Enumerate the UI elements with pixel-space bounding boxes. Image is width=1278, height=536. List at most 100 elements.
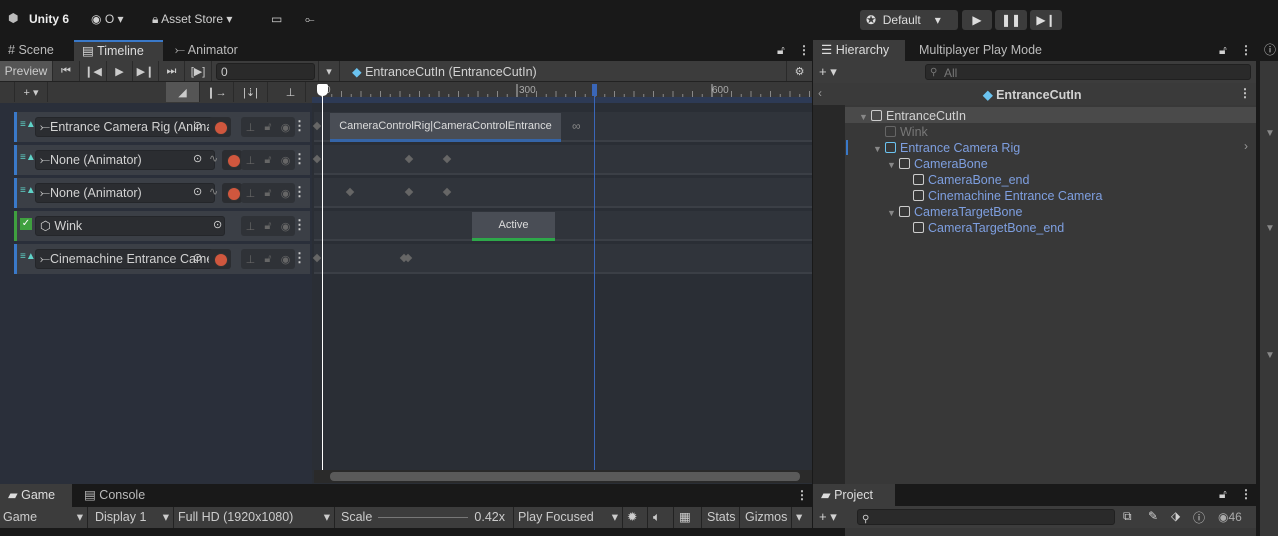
- asset-store-button[interactable]: 🔒︎ Asset Store ▾: [152, 12, 232, 27]
- clip-edit-mode-ripple-button[interactable]: ❙→: [200, 82, 234, 102]
- tab-hierarchy[interactable]: ☰ Hierarchy: [813, 40, 905, 61]
- view-dropdown[interactable]: Game ▾: [0, 507, 88, 528]
- track-binding-field[interactable]: ⤚None (Animator): [35, 150, 215, 170]
- record-button[interactable]: [222, 183, 242, 203]
- go-to-start-button[interactable]: ⏮: [53, 61, 80, 81]
- more-menu-icon[interactable]: ⋮: [293, 184, 306, 200]
- object-picker-icon[interactable]: ⊙: [193, 185, 202, 198]
- pin-icon[interactable]: ⊥: [246, 121, 256, 134]
- grid-icon[interactable]: ▦: [676, 507, 702, 528]
- tab-game[interactable]: ▰ Game: [0, 484, 72, 507]
- track-header[interactable]: ≡▲ ⤚None (Animator) ⊙ ∿ ⊥ 🔓︎ ◉ ⋮: [14, 178, 310, 208]
- package-icon[interactable]: ▭: [271, 12, 282, 26]
- settings-gear-icon[interactable]: ⚙: [786, 61, 812, 81]
- scrollbar-thumb[interactable]: [330, 472, 800, 481]
- pin-icon[interactable]: ⊥: [246, 220, 256, 233]
- eye-icon[interactable]: ◉: [281, 253, 291, 266]
- activation-clip[interactable]: Active: [472, 212, 555, 241]
- curves-icon[interactable]: ∿: [209, 185, 218, 198]
- lock-icon[interactable]: 🔓︎: [264, 187, 271, 200]
- record-button[interactable]: [209, 249, 231, 269]
- create-button[interactable]: + ▾: [819, 509, 837, 525]
- expand-arrow-icon[interactable]: ▼: [887, 205, 899, 221]
- more-menu-icon[interactable]: ⋮: [293, 217, 306, 233]
- clip-edit-mode-replace-button[interactable]: |⇣|: [234, 82, 268, 102]
- track-row[interactable]: [314, 211, 812, 241]
- record-button[interactable]: [209, 117, 231, 137]
- scale-slider[interactable]: Scale 0.42x: [338, 507, 514, 528]
- gizmos-dropdown[interactable]: ▾: [793, 507, 812, 528]
- tab-animator[interactable]: ⤚ Animator: [167, 40, 246, 61]
- step-button[interactable]: ▶❙: [1030, 10, 1062, 30]
- pin-icon[interactable]: ⊥: [246, 154, 256, 167]
- foldout-icon[interactable]: ▼: [1265, 128, 1275, 139]
- track-header[interactable]: ≡▲ ⤚None (Animator) ⊙ ∿ ⊥ 🔓︎ ◉ ⋮: [14, 145, 310, 175]
- frame-format-dropdown[interactable]: ▾: [318, 61, 340, 81]
- pause-button[interactable]: ❚❚: [995, 10, 1027, 30]
- pin-icon[interactable]: ⊥: [246, 187, 256, 200]
- tab-console[interactable]: ▤ Console: [76, 484, 153, 507]
- track-header[interactable]: ✓ ⬡ Wink ⊙ ⊥ 🔓︎ ◉ ⋮: [14, 211, 310, 241]
- back-chevron-icon[interactable]: ‹: [818, 86, 822, 100]
- lock-icon[interactable]: 🔓︎: [1219, 487, 1227, 502]
- more-menu-icon[interactable]: ⋮: [293, 118, 306, 134]
- more-menu-icon[interactable]: ⋮: [796, 488, 808, 502]
- track-binding-field[interactable]: ⤚Cinemachine Entrance Camera: [35, 249, 215, 269]
- create-button[interactable]: + ▾: [819, 64, 837, 80]
- play-timeline-button[interactable]: ▶: [107, 61, 133, 81]
- lock-icon[interactable]: 🔓︎: [777, 43, 785, 58]
- slider-track[interactable]: [378, 517, 468, 518]
- tab-scene[interactable]: # Scene: [0, 40, 62, 61]
- time-ruler[interactable]: 0 300 600: [312, 82, 812, 103]
- stats-button[interactable]: Stats: [704, 507, 740, 528]
- warning-icon[interactable]: ⓘ: [1193, 509, 1205, 526]
- hierarchy-item[interactable]: CameraBone_end: [901, 172, 1029, 188]
- display-dropdown[interactable]: Display 1 ▾: [92, 507, 174, 528]
- playhead[interactable]: [322, 84, 323, 470]
- clip-edit-mode-mix-button[interactable]: ◢: [166, 82, 200, 102]
- bug-icon[interactable]: ✹: [624, 507, 648, 528]
- expand-prefab-chevron-icon[interactable]: ›: [1244, 139, 1248, 153]
- hierarchy-search-input[interactable]: ⚲ All: [925, 64, 1251, 80]
- lock-icon[interactable]: 🔓︎: [1219, 43, 1227, 58]
- search-by-label-icon[interactable]: ✎: [1148, 509, 1158, 523]
- hierarchy-item[interactable]: ▼ EntranceCutIn: [859, 108, 966, 124]
- object-picker-icon[interactable]: ⊙: [193, 152, 202, 165]
- hierarchy-item[interactable]: Cinemachine Entrance Camera: [901, 188, 1102, 204]
- foldout-icon[interactable]: ▼: [1265, 350, 1275, 361]
- curves-icon[interactable]: ∿: [209, 152, 218, 165]
- track-row[interactable]: [314, 145, 812, 175]
- track-binding-field[interactable]: ⤚None (Animator): [35, 183, 215, 203]
- more-menu-icon[interactable]: ⋮: [798, 43, 810, 57]
- hierarchy-item[interactable]: ▼ Entrance Camera Rig: [873, 140, 1020, 156]
- add-track-button[interactable]: + ▾: [14, 82, 48, 102]
- track-row[interactable]: [314, 244, 812, 274]
- info-icon[interactable]: ⓘ: [1260, 40, 1278, 61]
- eye-icon[interactable]: ◉: [281, 154, 291, 167]
- track-header[interactable]: ≡▲ ⤚Entrance Camera Rig (Animator) ⊙ ⊥ 🔓︎…: [14, 112, 310, 142]
- hidden-count[interactable]: ◉46: [1218, 510, 1242, 524]
- gizmos-button[interactable]: Gizmos: [742, 507, 792, 528]
- frame-input[interactable]: 0: [216, 63, 315, 80]
- more-menu-icon[interactable]: ⋮: [1240, 43, 1252, 57]
- play-button[interactable]: ▶: [962, 10, 992, 30]
- tab-project[interactable]: ▰ Project: [813, 484, 895, 506]
- eye-icon[interactable]: ◉: [281, 187, 291, 200]
- expand-arrow-icon[interactable]: ▼: [859, 109, 871, 125]
- track-header[interactable]: ≡▲ ⤚Cinemachine Entrance Camera ⊙ ⊥ 🔓︎ ◉ ⋮: [14, 244, 310, 274]
- resolution-dropdown[interactable]: Full HD (1920x1080) ▾: [175, 507, 335, 528]
- animation-clip[interactable]: CameraControlRig|CameraControlEntrance: [330, 113, 561, 142]
- tab-multiplayer-play-mode[interactable]: Multiplayer Play Mode: [911, 40, 1050, 61]
- track-binding-field[interactable]: ⤚Entrance Camera Rig (Animator): [35, 117, 215, 137]
- more-menu-icon[interactable]: ⋮: [1240, 487, 1252, 501]
- layout-dropdown[interactable]: ✪ Default ▾: [860, 10, 958, 30]
- more-menu-icon[interactable]: ⋮: [293, 250, 306, 266]
- record-button[interactable]: [222, 150, 242, 170]
- play-mode-dropdown[interactable]: Play Focused ▾: [515, 507, 623, 528]
- tab-timeline[interactable]: ▤ Timeline: [74, 40, 163, 61]
- lock-icon[interactable]: 🔓︎: [264, 121, 271, 134]
- expand-arrow-icon[interactable]: ▼: [887, 157, 899, 173]
- play-range-button[interactable]: [▶]: [185, 61, 212, 81]
- more-menu-icon[interactable]: ⋮: [293, 151, 306, 167]
- lock-icon[interactable]: 🔓︎: [264, 154, 271, 167]
